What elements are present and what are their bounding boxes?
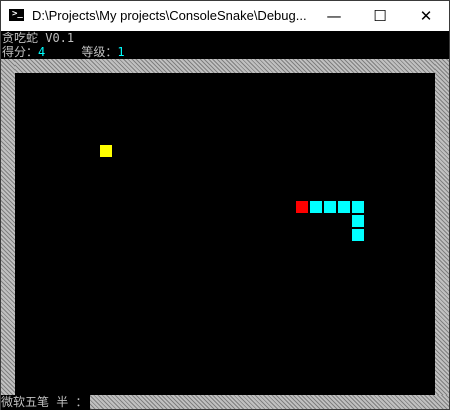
wall-top xyxy=(1,59,449,73)
console-area: 贪吃蛇 V0.1 得分：4 等级：1 微软五笔 半 ： xyxy=(1,31,449,410)
level-value: 1 xyxy=(117,45,125,59)
snake-body-segment xyxy=(352,201,364,213)
snake-body-segment xyxy=(352,215,364,227)
status-line: 得分：4 等级：1 xyxy=(2,45,125,60)
minimize-button[interactable]: — xyxy=(311,1,357,31)
window-title: D:\Projects\My projects\ConsoleSnake\Deb… xyxy=(32,8,307,23)
wall-right xyxy=(435,59,449,409)
console-window: >_ D:\Projects\My projects\ConsoleSnake\… xyxy=(0,0,450,410)
score-label: 得分： xyxy=(2,45,39,59)
maximize-button[interactable]: ☐ xyxy=(357,1,403,31)
title-bar[interactable]: >_ D:\Projects\My projects\ConsoleSnake\… xyxy=(1,1,449,31)
wall-left xyxy=(1,59,15,409)
game-title: 贪吃蛇 V0.1 xyxy=(2,31,75,45)
console-app-icon[interactable]: >_ xyxy=(9,9,24,21)
ime-status: 微软五笔 半 ： xyxy=(1,395,91,410)
snake-body-segment xyxy=(352,229,364,241)
close-button[interactable]: ✕ xyxy=(403,1,449,31)
snake-body-segment xyxy=(310,201,322,213)
score-value: 4 xyxy=(38,45,46,59)
snake-head xyxy=(296,201,308,213)
snake-body-segment xyxy=(324,201,336,213)
snake-body-segment xyxy=(338,201,350,213)
level-label: 等级： xyxy=(81,45,118,59)
food-item xyxy=(100,145,112,157)
